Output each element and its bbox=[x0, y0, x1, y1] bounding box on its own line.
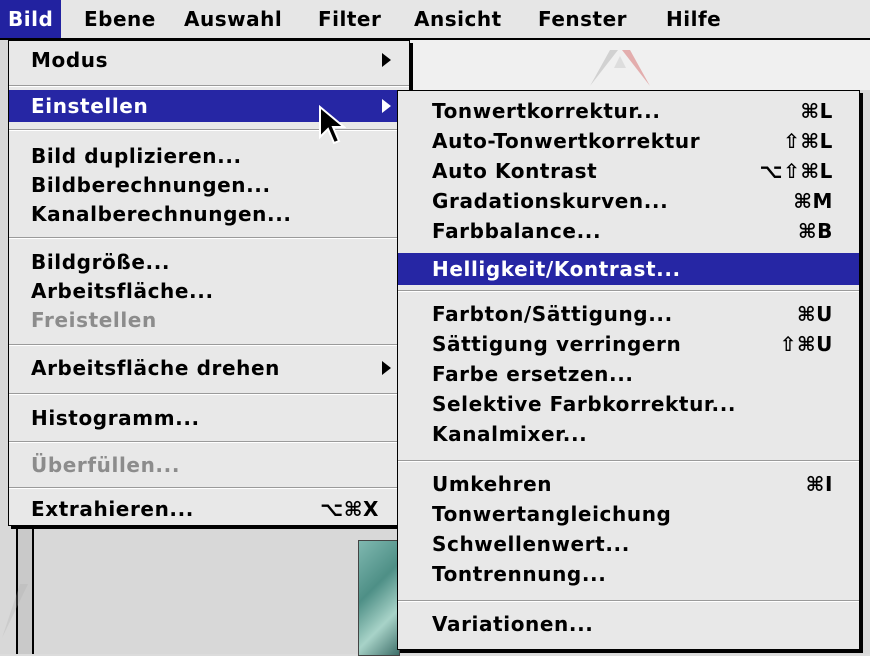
menu-item-helligkeit-kontrast[interactable]: Helligkeit/Kontrast... bbox=[398, 253, 859, 285]
mouse-pointer-icon bbox=[319, 105, 346, 145]
menu-item-label: Einstellen bbox=[31, 94, 149, 118]
einstellen-submenu: Tonwertkorrektur... ⌘L Auto-Tonwertkorrek… bbox=[397, 90, 860, 650]
menu-item-label: Tontrennung... bbox=[432, 562, 607, 586]
submenu-arrow-icon bbox=[382, 53, 391, 67]
menu-item-gradationskurven[interactable]: Gradationskurven... ⌘M bbox=[398, 185, 859, 217]
menu-item-bildberechnungen[interactable]: Bildberechnungen... bbox=[9, 169, 409, 201]
menu-item-label: Tonwertangleichung bbox=[432, 502, 672, 526]
menu-item-label: Gradationskurven... bbox=[432, 189, 669, 213]
menu-item-einstellen[interactable]: Einstellen bbox=[9, 90, 409, 122]
menu-item-label: Auto-Tonwertkorrektur bbox=[432, 129, 701, 153]
shortcut-label: ⌥⇧⌘L bbox=[759, 159, 833, 183]
menu-item-freistellen: Freistellen bbox=[9, 304, 409, 336]
menu-fenster[interactable]: Fenster bbox=[530, 0, 635, 38]
menu-item-label: Kanalmixer... bbox=[432, 422, 588, 446]
menu-item-schwellenwert[interactable]: Schwellenwert... bbox=[398, 528, 859, 560]
menu-item-label: Selektive Farbkorrektur... bbox=[432, 392, 737, 416]
menu-item-tontrennung[interactable]: Tontrennung... bbox=[398, 558, 859, 590]
menu-separator bbox=[9, 237, 409, 239]
shortcut-label: ⌥⌘X bbox=[320, 497, 379, 521]
menu-item-label: Arbeitsfläche drehen bbox=[31, 356, 281, 380]
menu-separator bbox=[9, 344, 409, 346]
shortcut-label: ⇧⌘U bbox=[779, 332, 833, 356]
menu-item-label: Farbbalance... bbox=[432, 219, 602, 243]
menu-item-label: Bild duplizieren... bbox=[31, 144, 242, 168]
menu-separator bbox=[398, 290, 859, 292]
shortcut-label: ⇧⌘L bbox=[783, 129, 833, 153]
menu-item-label: Histogramm... bbox=[31, 406, 200, 430]
shortcut-label: ⌘U bbox=[797, 302, 833, 326]
menu-separator bbox=[398, 600, 859, 602]
menu-item-label: Variationen... bbox=[432, 612, 594, 636]
menu-item-label: Farbton/Sättigung... bbox=[432, 302, 673, 326]
menu-item-extrahieren[interactable]: Extrahieren... ⌥⌘X bbox=[9, 493, 409, 525]
menu-item-farbton-saettigung[interactable]: Farbton/Sättigung... ⌘U bbox=[398, 298, 859, 330]
menu-item-histogramm[interactable]: Histogramm... bbox=[9, 402, 409, 434]
menu-item-label: Kanalberechnungen... bbox=[31, 202, 292, 226]
menu-separator bbox=[9, 129, 409, 131]
menu-item-label: Extrahieren... bbox=[31, 497, 194, 521]
shortcut-label: ⌘B bbox=[798, 219, 833, 243]
bild-dropdown-menu: Modus Einstellen Bild duplizieren... Bil… bbox=[8, 40, 410, 526]
menu-ebene[interactable]: Ebene bbox=[76, 0, 164, 38]
menu-filter[interactable]: Filter bbox=[310, 0, 389, 38]
menu-item-label: Freistellen bbox=[31, 308, 157, 332]
menu-separator bbox=[9, 441, 409, 443]
shortcut-label: ⌘L bbox=[800, 99, 833, 123]
submenu-arrow-icon bbox=[382, 361, 391, 375]
menu-item-label: Modus bbox=[31, 48, 109, 72]
shortcut-label: ⌘I bbox=[805, 472, 833, 496]
menu-item-umkehren[interactable]: Umkehren ⌘I bbox=[398, 468, 859, 500]
menu-auswahl[interactable]: Auswahl bbox=[176, 0, 290, 38]
watermark-logo-icon bbox=[2, 584, 28, 638]
menu-item-label: Bildberechnungen... bbox=[31, 173, 271, 197]
submenu-arrow-icon bbox=[382, 99, 391, 113]
menu-item-label: Umkehren bbox=[432, 472, 553, 496]
shortcut-label: ⌘M bbox=[793, 189, 833, 213]
menu-item-label: Sättigung verringern bbox=[432, 332, 682, 356]
menu-item-auto-kontrast[interactable]: Auto Kontrast ⌥⇧⌘L bbox=[398, 155, 859, 187]
menu-item-variationen[interactable]: Variationen... bbox=[398, 608, 859, 640]
menu-item-arbeitsflaeche-drehen[interactable]: Arbeitsfläche drehen bbox=[9, 352, 409, 384]
menu-item-label: Farbe ersetzen... bbox=[432, 362, 634, 386]
menu-bar: Bild Ebene Auswahl Filter Ansicht Fenste… bbox=[0, 0, 870, 40]
menu-item-kanalmixer[interactable]: Kanalmixer... bbox=[398, 418, 859, 450]
menu-item-arbeitsflaeche[interactable]: Arbeitsfläche... bbox=[9, 275, 409, 307]
menu-item-label: Überfüllen... bbox=[31, 453, 181, 477]
menu-item-selektive-farbkorrektur[interactable]: Selektive Farbkorrektur... bbox=[398, 388, 859, 420]
menu-item-label: Auto Kontrast bbox=[432, 159, 598, 183]
menu-item-saettigung-verringern[interactable]: Sättigung verringern ⇧⌘U bbox=[398, 328, 859, 360]
menu-item-tonwertangleichung[interactable]: Tonwertangleichung bbox=[398, 498, 859, 530]
menu-separator bbox=[9, 487, 409, 489]
menu-separator bbox=[9, 85, 409, 87]
menu-ansicht[interactable]: Ansicht bbox=[406, 0, 510, 38]
menu-item-label: Helligkeit/Kontrast... bbox=[432, 257, 681, 281]
menu-item-label: Bildgröße... bbox=[31, 250, 171, 274]
menu-item-farbe-ersetzen[interactable]: Farbe ersetzen... bbox=[398, 358, 859, 390]
menu-hilfe[interactable]: Hilfe bbox=[658, 0, 729, 38]
menu-item-label: Arbeitsfläche... bbox=[31, 279, 214, 303]
menu-item-label: Tonwertkorrektur... bbox=[432, 99, 661, 123]
menu-item-kanalberechnungen[interactable]: Kanalberechnungen... bbox=[9, 198, 409, 230]
adobe-logo-icon bbox=[590, 50, 650, 86]
menu-item-modus[interactable]: Modus bbox=[9, 44, 409, 76]
menu-item-farbbalance[interactable]: Farbbalance... ⌘B bbox=[398, 215, 859, 247]
menu-item-bildgroesse[interactable]: Bildgröße... bbox=[9, 246, 409, 278]
menu-item-auto-tonwertkorrektur[interactable]: Auto-Tonwertkorrektur ⇧⌘L bbox=[398, 125, 859, 157]
menu-bild[interactable]: Bild bbox=[0, 0, 62, 38]
menu-separator bbox=[398, 460, 859, 462]
menu-item-tonwertkorrektur[interactable]: Tonwertkorrektur... ⌘L bbox=[398, 95, 859, 127]
menu-item-ueberfuellen: Überfüllen... bbox=[9, 449, 409, 481]
document-image-preview bbox=[358, 540, 400, 656]
menu-item-label: Schwellenwert... bbox=[432, 532, 630, 556]
menu-item-bild-duplizieren[interactable]: Bild duplizieren... bbox=[9, 140, 409, 172]
menu-separator bbox=[9, 393, 409, 395]
